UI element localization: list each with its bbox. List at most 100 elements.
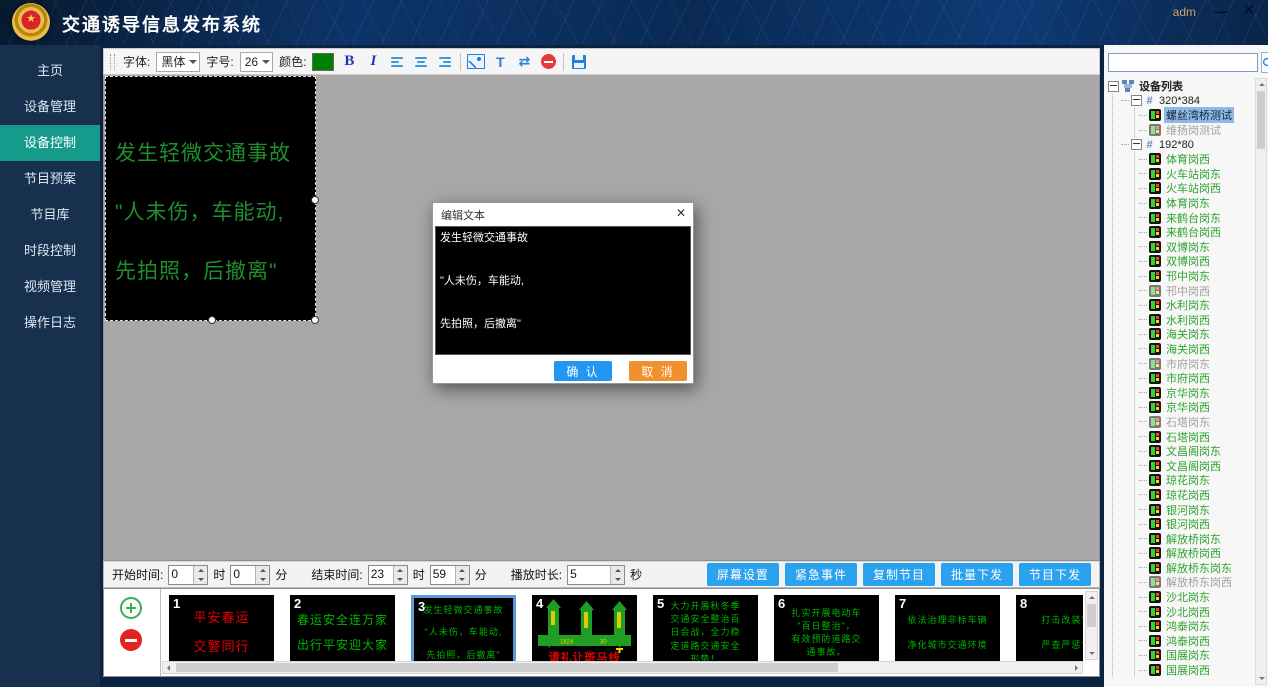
device-tree-item[interactable]: 来鹤台岗东 [1139, 210, 1268, 225]
marquee-icon[interactable]: ⇄ [515, 53, 533, 71]
device-tree-item[interactable]: 琼花岗西 [1139, 488, 1268, 503]
program-thumbnail-3[interactable]: 发生轻微交通事故"人未伤，车能动,先拍照，后撤离"3 [411, 595, 516, 665]
sidebar-item-device-control[interactable]: 设备控制 [0, 125, 100, 161]
spin-down-icon[interactable] [394, 575, 407, 584]
program-thumbnail-1[interactable]: 平安春运交警同行1 [169, 595, 274, 665]
scroll-right-icon[interactable] [1071, 662, 1082, 673]
device-tree-item[interactable]: 维扬岗测试 [1139, 123, 1268, 138]
end-minute-value[interactable]: 59 [431, 566, 455, 584]
device-tree-item[interactable]: 双博岗东 [1139, 240, 1268, 255]
resize-handle-corner[interactable] [311, 316, 319, 324]
end-minute-spinner[interactable]: 59 [430, 565, 470, 585]
start-minute-spinner[interactable]: 0 [230, 565, 270, 585]
scroll-down-icon[interactable] [1086, 648, 1097, 659]
confirm-button[interactable]: 确 认 [554, 361, 612, 381]
device-tree-item[interactable]: 体育岗东 [1139, 196, 1268, 211]
device-tree-item[interactable]: 火车站岗东 [1139, 167, 1268, 182]
scroll-up-icon[interactable] [1086, 592, 1097, 603]
sidebar-item-operation-log[interactable]: 操作日志 [0, 305, 100, 341]
emergency-event-button[interactable]: 紧急事件 [785, 563, 857, 586]
spin-down-icon[interactable] [194, 575, 207, 584]
device-tree-item[interactable]: 国展岗西 [1139, 663, 1268, 678]
program-thumbnail-7[interactable]: 依法治理非标车辆净化城市交通环境7 [895, 595, 1000, 665]
scroll-up-icon[interactable] [1256, 79, 1267, 90]
size-combo[interactable]: 26 [240, 52, 273, 72]
start-hour-value[interactable]: 0 [169, 566, 193, 584]
scrollbar-thumb[interactable] [1257, 91, 1265, 149]
device-tree-item[interactable]: 邗中岗东 [1139, 269, 1268, 284]
device-tree-item[interactable]: 来鹤台岗西 [1139, 225, 1268, 240]
device-tree-item[interactable]: 银河岗东 [1139, 502, 1268, 517]
program-thumbnail-4[interactable]: 182430请礼让斑马线4 [532, 595, 637, 665]
program-horizontal-scrollbar[interactable] [162, 661, 1083, 674]
font-combo[interactable]: 黑体 [156, 52, 200, 72]
dialog-textarea[interactable]: 发生轻微交通事故 "人未伤，车能动, 先拍照，后撤离" [435, 226, 691, 355]
device-tree-item[interactable]: 石塔岗西 [1139, 429, 1268, 444]
device-search-input[interactable] [1108, 53, 1258, 72]
spin-down-icon[interactable] [256, 575, 269, 584]
device-tree-item[interactable]: 沙北岗西 [1139, 604, 1268, 619]
spin-up-icon[interactable] [194, 566, 207, 575]
duration-value[interactable]: 5 [568, 566, 610, 584]
remove-program-button[interactable] [120, 629, 142, 651]
device-tree-item[interactable]: 解放桥岗西 [1139, 546, 1268, 561]
device-tree-item[interactable]: 京华岗西 [1139, 400, 1268, 415]
program-thumbnail-6[interactable]: 扎实开展电动车"百日整治"，有效预防道路交通事故。6 [774, 595, 879, 665]
scrollbar-thumb[interactable] [176, 663, 838, 672]
device-tree-item[interactable]: 解放桥东岗东 [1139, 561, 1268, 576]
minimize-button[interactable]: — [1212, 2, 1230, 20]
spin-up-icon[interactable] [256, 566, 269, 575]
sidebar-item-video-manage[interactable]: 视频管理 [0, 269, 100, 305]
device-tree-item[interactable]: 双博岗西 [1139, 254, 1268, 269]
device-tree-item[interactable]: 沙北岗东 [1139, 590, 1268, 605]
resize-handle-right[interactable] [311, 196, 319, 204]
dialog-close-icon[interactable]: ✕ [676, 206, 686, 220]
sidebar-item-device-manage[interactable]: 设备管理 [0, 89, 100, 125]
led-screen-preview[interactable]: 发生轻微交通事故"人未伤，车能动,先拍照，后撤离" [105, 76, 316, 321]
device-tree-item[interactable]: 文昌阁岗西 [1139, 458, 1268, 473]
spin-down-icon[interactable] [611, 575, 624, 584]
device-tree-item[interactable]: 市府岗西 [1139, 371, 1268, 386]
device-tree-item[interactable]: 螺丝湾桥测试 [1139, 108, 1268, 123]
sidebar-item-program-plan[interactable]: 节目预案 [0, 161, 100, 197]
insert-text-icon[interactable]: T [491, 53, 509, 71]
device-tree-item[interactable]: 邗中岗西 [1139, 283, 1268, 298]
device-tree-item[interactable]: 海关岗东 [1139, 327, 1268, 342]
scrollbar-thumb[interactable] [1087, 604, 1096, 627]
save-icon[interactable] [572, 55, 586, 69]
sidebar-item-home[interactable]: 主页 [0, 53, 100, 89]
align-right-icon[interactable] [439, 57, 451, 67]
cancel-button[interactable]: 取 消 [629, 361, 687, 381]
device-tree-root[interactable]: 设备列表 [1108, 79, 1268, 94]
end-hour-spinner[interactable]: 23 [368, 565, 408, 585]
program-vertical-scrollbar[interactable] [1085, 591, 1098, 660]
device-tree-item[interactable]: 国展岗东 [1139, 648, 1268, 663]
copy-program-button[interactable]: 复制节目 [863, 563, 935, 586]
screen-settings-button[interactable]: 屏幕设置 [707, 563, 779, 586]
device-tree-item[interactable]: 火车站岗西 [1139, 181, 1268, 196]
tree-scrollbar[interactable] [1255, 78, 1267, 685]
delete-item-icon[interactable] [541, 54, 556, 69]
spin-up-icon[interactable] [611, 566, 624, 575]
device-tree-item[interactable]: 琼花岗东 [1139, 473, 1268, 488]
search-button[interactable] [1261, 52, 1268, 73]
device-tree-item[interactable]: 水利岗西 [1139, 313, 1268, 328]
duration-spinner[interactable]: 5 [567, 565, 625, 585]
device-tree-item[interactable]: 海关岗西 [1139, 342, 1268, 357]
align-center-icon[interactable] [415, 57, 427, 67]
batch-send-button[interactable]: 批量下发 [941, 563, 1013, 586]
device-tree-item[interactable]: 文昌阁岗东 [1139, 444, 1268, 459]
color-swatch[interactable] [312, 53, 334, 71]
end-hour-value[interactable]: 23 [369, 566, 393, 584]
program-thumbnail-8[interactable]: 打击改装"炸严查严惩"机8 [1016, 595, 1083, 665]
add-program-button[interactable] [120, 597, 142, 619]
program-thumbnail-5[interactable]: 大力开展秋冬季交通安全整治百日会战，全力稳定道路交通安全形势！5 [653, 595, 758, 665]
align-left-icon[interactable] [391, 57, 403, 67]
start-hour-spinner[interactable]: 0 [168, 565, 208, 585]
device-tree-item[interactable]: 鸿泰岗东 [1139, 619, 1268, 634]
device-group-320*384[interactable]: #320*384 [1121, 94, 1268, 109]
bold-icon[interactable]: B [340, 53, 358, 71]
sidebar-item-program-library[interactable]: 节目库 [0, 197, 100, 233]
sidebar-item-time-control[interactable]: 时段控制 [0, 233, 100, 269]
insert-image-icon[interactable] [467, 54, 485, 69]
